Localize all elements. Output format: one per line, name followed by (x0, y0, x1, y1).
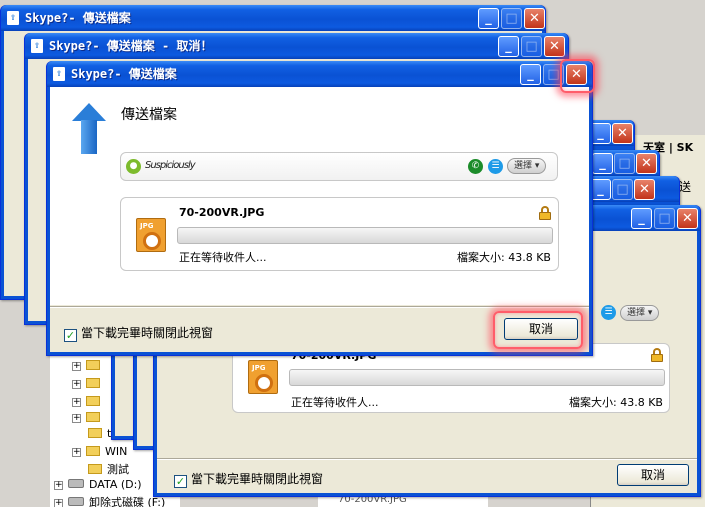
folder-icon (86, 446, 100, 456)
folder-icon (86, 360, 100, 370)
file-size: 檔案大小: 43.8 KB (569, 396, 663, 409)
bg-window-1-title: Skype?- 傳送檔案 (25, 11, 131, 25)
contact-status-icon: ● (126, 159, 141, 174)
close-button[interactable]: ✕ (524, 8, 545, 29)
expand-icon[interactable]: + (72, 398, 81, 407)
call-icon[interactable]: ✆ (468, 159, 483, 174)
file-name: 70-200VR.JPG (179, 206, 265, 219)
tree-row[interactable]: + (72, 377, 105, 390)
tree-row[interactable]: t (88, 427, 111, 440)
minimize-button[interactable]: _ (498, 36, 519, 57)
skype-file-icon: ⇧ (7, 11, 19, 25)
separator (157, 458, 697, 460)
jpg-file-icon: JPG (248, 360, 278, 394)
folder-icon (88, 464, 102, 474)
folder-icon (86, 396, 100, 406)
skype-file-icon: ⇧ (31, 39, 43, 53)
drive-icon (68, 497, 84, 506)
tree-row[interactable]: + (72, 395, 105, 408)
tree-row[interactable]: + DATA (D:) (54, 478, 142, 491)
close-button[interactable]: ✕ (677, 208, 698, 229)
tree-row[interactable]: + 卸除式磁碟 (F:) (54, 494, 165, 507)
lock-icon (539, 206, 551, 220)
checkbox-box[interactable]: ✓ (174, 475, 187, 488)
close-button[interactable]: ✕ (544, 36, 565, 57)
expand-icon[interactable]: + (72, 362, 81, 371)
chat-icon[interactable]: ☰ (488, 159, 503, 174)
bg-window-1-titlebar[interactable]: ⇧ Skype?- 傳送檔案 _ □ ✕ (1, 5, 545, 31)
contact-bar: ● Suspiciously ✆ ☰ 選擇 ▾ (120, 152, 558, 181)
file-card: 70-200VR.JPG JPG 正在等待收件人... 檔案大小: 43.8 K… (120, 197, 559, 271)
tree-row[interactable]: + (72, 411, 105, 424)
tree-row[interactable]: + (72, 359, 105, 372)
expand-icon[interactable]: + (54, 481, 63, 490)
expand-icon[interactable]: + (54, 499, 63, 507)
close-when-done-checkbox[interactable]: ✓ 當下載完畢時關閉此視窗 (174, 470, 323, 488)
chat-icon[interactable]: ☰ (601, 305, 616, 320)
maximize-button: □ (654, 208, 675, 229)
bg-window-2-titlebar[interactable]: ⇧ Skype?- 傳送檔案 - 取消！ _ □ ✕ (25, 33, 568, 59)
contact-name: Suspiciously (145, 160, 196, 171)
folder-icon (88, 428, 102, 438)
maximize-button: □ (501, 8, 522, 29)
cancel-button-highlight (493, 311, 583, 349)
tree-row[interactable]: + WIN (72, 445, 127, 458)
minimize-button[interactable]: _ (520, 64, 541, 85)
select-dropdown[interactable]: 選擇 ▾ (620, 305, 660, 321)
folder-icon (86, 412, 100, 422)
progress-bar (177, 227, 553, 244)
bg-window-2-title: Skype?- 傳送檔案 - 取消！ (49, 39, 213, 53)
dialog-heading: 傳送檔案 (121, 107, 177, 123)
folder-icon (86, 378, 100, 388)
expand-icon[interactable]: + (72, 448, 81, 457)
file-status: 正在等待收件人... (291, 396, 379, 409)
progress-bar (289, 369, 665, 386)
maximize-button: □ (521, 36, 542, 57)
close-button-highlight (560, 59, 595, 93)
main-dialog-title: Skype?- 傳送檔案 (71, 67, 177, 81)
minimize-button[interactable]: _ (631, 208, 652, 229)
expand-icon[interactable]: + (72, 414, 81, 423)
minimize-button[interactable]: _ (478, 8, 499, 29)
jpg-file-icon: JPG (136, 218, 166, 252)
tree-row[interactable]: 測試 (88, 461, 129, 477)
drive-icon (68, 479, 84, 488)
file-status: 正在等待收件人... (179, 251, 267, 264)
file-size: 檔案大小: 43.8 KB (457, 251, 551, 264)
lock-icon (651, 348, 663, 362)
close-when-done-checkbox[interactable]: ✓ 當下載完畢時關閉此視窗 (64, 324, 213, 342)
checkbox-box[interactable]: ✓ (64, 329, 77, 342)
main-dialog-titlebar[interactable]: ⇧ Skype?- 傳送檔案 _ □ ✕ (47, 61, 592, 87)
upload-arrow-icon (72, 103, 106, 157)
separator (50, 306, 589, 308)
bg-right-char: 送 (679, 180, 692, 194)
cancel-button[interactable]: 取消 (617, 464, 689, 486)
select-dropdown[interactable]: 選擇 ▾ (507, 158, 547, 174)
expand-icon[interactable]: + (72, 380, 81, 389)
skype-file-icon: ⇧ (53, 67, 65, 81)
